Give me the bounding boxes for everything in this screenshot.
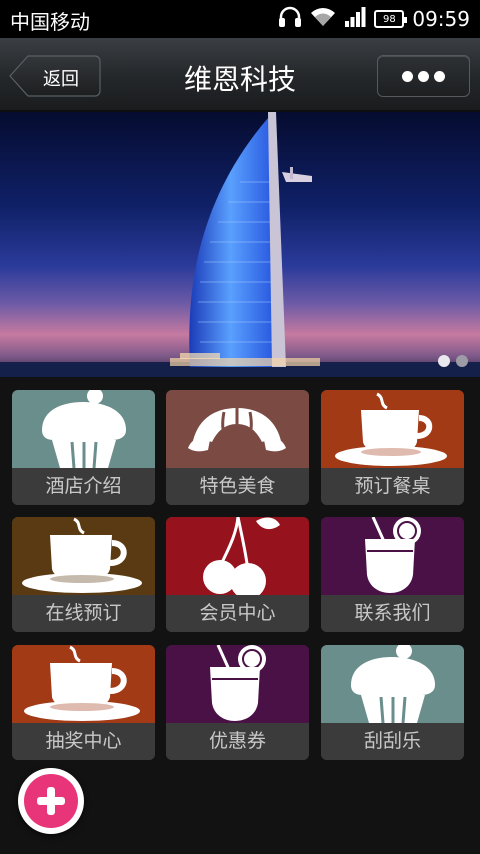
coffee-cup-icon bbox=[12, 645, 155, 723]
menu-tile-contact-us[interactable]: 联系我们 bbox=[321, 517, 464, 632]
menu-tile-label: 联系我们 bbox=[321, 595, 464, 632]
signal-icon bbox=[344, 6, 366, 32]
status-bar: 中国移动 98 09:59 bbox=[0, 0, 480, 38]
menu-tile-label: 在线预订 bbox=[12, 595, 155, 632]
menu-tile-label: 抽奖中心 bbox=[12, 723, 155, 760]
menu-tile-label: 会员中心 bbox=[166, 595, 309, 632]
menu-tile-book-table[interactable]: 预订餐桌 bbox=[321, 390, 464, 505]
menu-tile-coupons[interactable]: 优惠券 bbox=[166, 645, 309, 760]
coffee-cup-icon bbox=[321, 390, 464, 468]
more-options-button[interactable] bbox=[377, 55, 470, 97]
menu-tile-label: 特色美食 bbox=[166, 468, 309, 505]
carousel-pager bbox=[438, 355, 468, 367]
menu-tile-lucky-draw[interactable]: 抽奖中心 bbox=[12, 645, 155, 760]
more-dot-icon bbox=[402, 70, 413, 82]
more-dot-icon bbox=[418, 70, 429, 82]
menu-tile-hotel-intro[interactable]: 酒店介绍 bbox=[12, 390, 155, 505]
wifi-icon bbox=[310, 6, 336, 32]
cupcake-icon bbox=[12, 390, 155, 468]
battery-icon: 98 bbox=[374, 10, 408, 28]
menu-tile-label: 预订餐桌 bbox=[321, 468, 464, 505]
menu-tile-member-center[interactable]: 会员中心 bbox=[166, 517, 309, 632]
croissant-icon bbox=[166, 390, 309, 468]
cherries-icon bbox=[166, 517, 309, 595]
status-icons: 98 09:59 bbox=[278, 6, 470, 32]
clock: 09:59 bbox=[412, 7, 470, 31]
headset-icon bbox=[278, 6, 302, 32]
plus-icon bbox=[24, 774, 78, 828]
cupcake-icon bbox=[321, 645, 464, 723]
banner-carousel[interactable] bbox=[0, 112, 480, 377]
cocktail-icon bbox=[321, 517, 464, 595]
hotel-tower-image bbox=[0, 112, 480, 377]
carrier-name: 中国移动 bbox=[10, 10, 90, 34]
menu-tile-specialty-food[interactable]: 特色美食 bbox=[166, 390, 309, 505]
pager-dot[interactable] bbox=[456, 355, 468, 367]
add-fab-button[interactable] bbox=[18, 768, 84, 834]
coffee-cup-icon bbox=[12, 517, 155, 595]
menu-tile-online-booking[interactable]: 在线预订 bbox=[12, 517, 155, 632]
cocktail-icon bbox=[166, 645, 309, 723]
menu-tile-scratch-card[interactable]: 刮刮乐 bbox=[321, 645, 464, 760]
menu-tile-label: 酒店介绍 bbox=[12, 468, 155, 505]
pager-dot[interactable] bbox=[438, 355, 450, 367]
menu-tile-label: 刮刮乐 bbox=[321, 723, 464, 760]
menu-tile-label: 优惠券 bbox=[166, 723, 309, 760]
more-dot-icon bbox=[434, 70, 445, 82]
navigation-bar: 返回 维恩科技 bbox=[0, 38, 480, 112]
